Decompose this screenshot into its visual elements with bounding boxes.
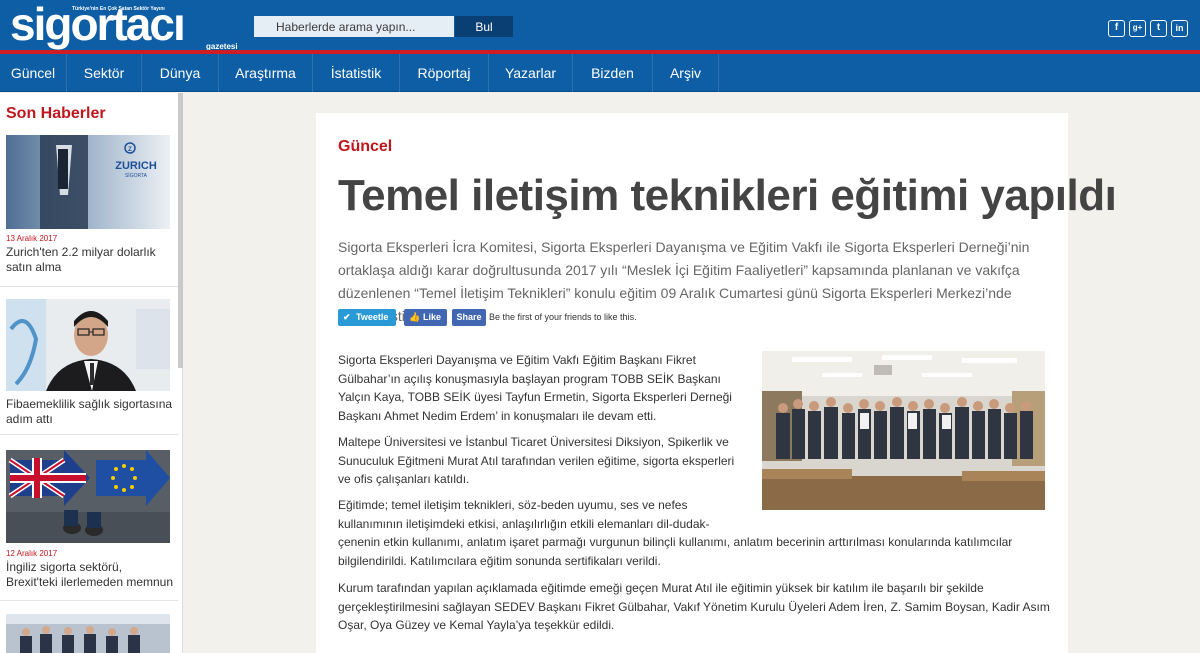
- news-thumbnail[interactable]: Z ZURICH SİGORTA: [6, 135, 170, 229]
- news-thumbnail[interactable]: [6, 614, 170, 653]
- divider: [0, 600, 178, 601]
- tweet-button[interactable]: ✔ Tweetle: [338, 309, 396, 326]
- news-thumbnail[interactable]: [6, 299, 170, 391]
- news-thumbnail[interactable]: [6, 450, 170, 543]
- google-plus-icon[interactable]: g+: [1129, 20, 1146, 37]
- logo-tagline: Türkiye'nin En Çok Satan Sektör Yayını: [72, 6, 165, 12]
- zurich-logo-text: ZURICH: [115, 160, 157, 172]
- thumbs-up-icon: 👍: [409, 312, 421, 322]
- zurich-logo-sub: SİGORTA: [125, 172, 148, 179]
- nav-item-istatistik[interactable]: İstatistik: [313, 54, 400, 92]
- article-headline: Temel iletişim teknikleri eğitimi yapıld…: [338, 171, 1117, 220]
- article-card: Güncel Temel iletişim teknikleri eğitimi…: [316, 113, 1117, 653]
- news-date: 13 Aralık 2017: [6, 234, 58, 243]
- article-category[interactable]: Güncel: [338, 138, 392, 156]
- news-title-link[interactable]: Zurich'ten 2.2 milyar dolarlık satın alm…: [6, 245, 174, 275]
- main-nav: Güncel Sektör Dünya Araştırma İstatistik…: [0, 54, 1200, 92]
- nav-item-sektor[interactable]: Sektör: [67, 54, 142, 92]
- divider: [0, 286, 178, 287]
- nav-item-guncel[interactable]: Güncel: [0, 54, 67, 92]
- facebook-like-text: Be the first of your friends to like thi…: [489, 312, 637, 322]
- facebook-share-button[interactable]: Share: [452, 309, 486, 326]
- facebook-icon[interactable]: f: [1108, 20, 1125, 37]
- article-paragraph: Sigorta Eksperleri Dayanışma ve Eğitim V…: [338, 353, 732, 423]
- svg-text:Z: Z: [128, 147, 132, 153]
- nav-item-yazarlar[interactable]: Yazarlar: [489, 54, 573, 92]
- nav-item-roportaj[interactable]: Röportaj: [400, 54, 489, 92]
- nav-item-bizden[interactable]: Bizden: [573, 54, 653, 92]
- article-photo[interactable]: [762, 351, 1045, 510]
- news-title-link[interactable]: Fibaemeklilik sağlık sigortasına adım at…: [6, 397, 174, 427]
- nav-item-dunya[interactable]: Dünya: [142, 54, 219, 92]
- news-date: 12 Aralık 2017: [6, 549, 58, 558]
- twitter-bird-icon: ✔: [343, 312, 351, 322]
- nav-item-arsiv[interactable]: Arşiv: [653, 54, 719, 92]
- site-logo[interactable]: sigortacı Türkiye'nin En Çok Satan Sektö…: [10, 0, 250, 51]
- search-button[interactable]: Bul: [455, 16, 513, 37]
- sidebar: Son Haberler Z ZURICH SİGORTA 13 Aralık …: [0, 93, 183, 653]
- facebook-like-button[interactable]: 👍 Like: [404, 309, 447, 326]
- article-paragraph: Kurum tarafından yapılan açıklamada eğit…: [338, 581, 1050, 632]
- article-paragraph: Maltepe Üniversitesi ve İstanbul Ticaret…: [338, 435, 735, 486]
- sidebar-scrollbar[interactable]: [178, 93, 183, 368]
- twitter-icon[interactable]: t: [1150, 20, 1167, 37]
- nav-item-arastirma[interactable]: Araştırma: [219, 54, 313, 92]
- sidebar-title: Son Haberler: [6, 105, 106, 122]
- news-title-link[interactable]: İngiliz sigorta sektörü, Brexit'teki ile…: [6, 560, 174, 590]
- top-header: sigortacı Türkiye'nin En Çok Satan Sektö…: [0, 0, 1200, 51]
- divider: [0, 434, 178, 435]
- search-input[interactable]: [254, 16, 454, 37]
- linkedin-icon[interactable]: in: [1171, 20, 1188, 37]
